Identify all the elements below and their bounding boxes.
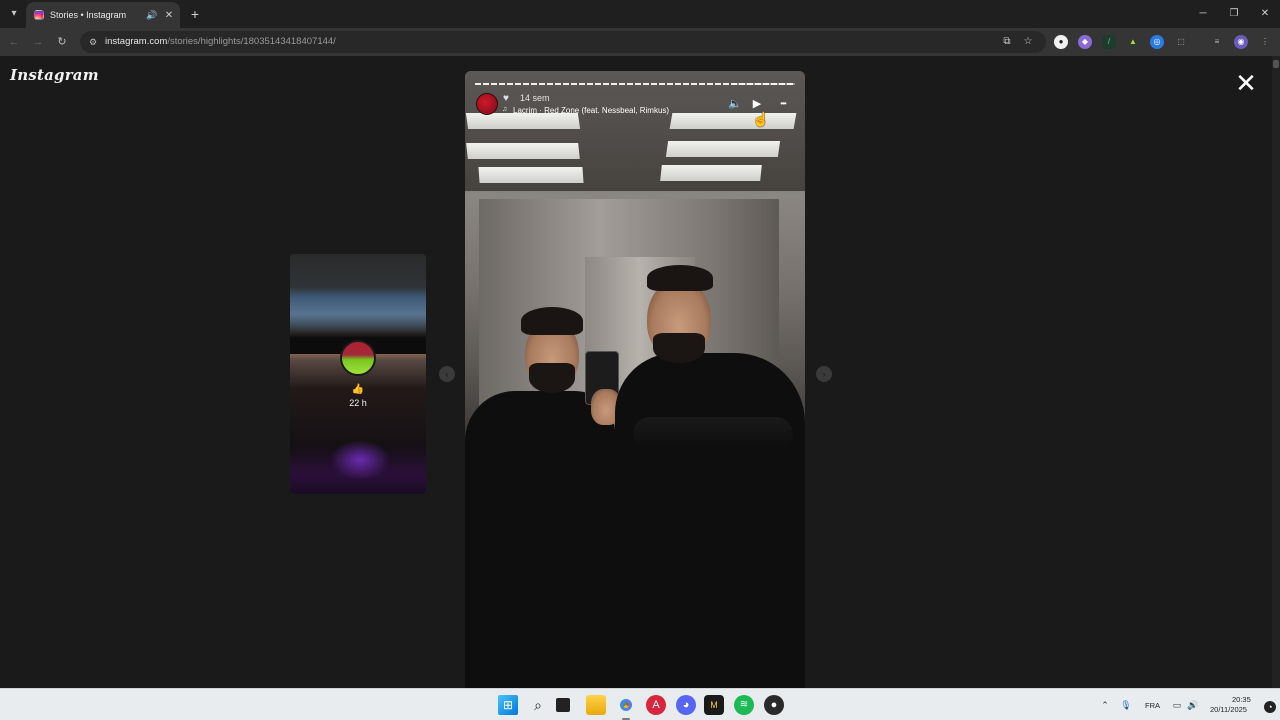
scrollbar-thumb[interactable] (1273, 60, 1279, 68)
minimize-button[interactable]: ─ (1188, 4, 1218, 24)
extension-icon-5[interactable]: ◎ (1150, 35, 1164, 49)
tab-strip: ▾ Stories • Instagram 🔊 ✕ + ─ ❐ ✕ (0, 0, 1280, 28)
browser-menu-icon[interactable]: ⋮ (1258, 35, 1272, 49)
mute-speaker-icon[interactable]: 🔈 (727, 97, 743, 111)
extension-icon-2[interactable]: ◆ (1078, 35, 1092, 49)
extensions-puzzle-icon[interactable]: ⬚ (1174, 35, 1188, 49)
microphone-icon[interactable]: 🎙 (1120, 699, 1132, 711)
previous-story-arrow-icon[interactable]: ‹ (439, 366, 455, 382)
profile-avatar[interactable]: ◉ (1234, 35, 1248, 49)
site-info-icon[interactable]: ⚙ (87, 36, 99, 48)
preview-story-avatar (340, 340, 376, 376)
story-music-track[interactable]: Lacrim · Red Zone (feat. Nessbeal, Rimku… (513, 106, 669, 115)
instagram-stories-page: Instagram ✕ 👍 22 h ‹ › ♥ 14 sem ♫ Lacrim… (0, 56, 1280, 688)
music-note-icon: ♫ (502, 106, 508, 113)
windows-taskbar: ⊞ ⌕ A ◕ M ≋ ● ⌃ 🎙 FRA ▭ 🔊 20:35 20/11/20… (0, 688, 1280, 720)
story-author-avatar[interactable] (476, 93, 498, 115)
person-left-hair (521, 307, 583, 335)
current-story[interactable]: ♥ 14 sem ♫ Lacrim · Red Zone (feat. Ness… (465, 71, 805, 688)
file-explorer-icon[interactable] (586, 695, 606, 715)
spotify-icon[interactable]: ≋ (734, 695, 754, 715)
person-right-hair (647, 265, 713, 291)
previous-story-preview[interactable]: 👍 22 h (290, 254, 426, 494)
purple-ambient-light (330, 440, 390, 480)
story-progress-remaining (733, 83, 795, 85)
tab-close-icon[interactable]: ✕ (164, 10, 174, 21)
language-indicator[interactable]: FRA (1145, 701, 1160, 710)
person-left-body (465, 391, 615, 688)
app-red-a-icon[interactable]: A (646, 695, 666, 715)
task-view-icon[interactable] (556, 698, 570, 712)
ceiling-light (660, 165, 762, 181)
story-time: 14 sem (520, 93, 550, 103)
instagram-logo[interactable]: Instagram (10, 66, 99, 84)
tray-chevron-up-icon[interactable]: ⌃ (1099, 699, 1111, 711)
person-left-beard (529, 363, 575, 393)
ceiling-light (665, 141, 781, 157)
capcut-icon[interactable]: M (704, 695, 724, 715)
page-scrollbar[interactable] (1272, 56, 1280, 688)
close-window-button[interactable]: ✕ (1250, 4, 1280, 24)
notification-bell-icon[interactable]: ◔ (1264, 701, 1276, 713)
close-stories-icon[interactable]: ✕ (1234, 70, 1258, 96)
play-icon[interactable]: ▶ (749, 97, 765, 111)
url-host: instagram.com (105, 36, 168, 47)
tab-stories-instagram[interactable]: Stories • Instagram 🔊 ✕ (26, 2, 180, 28)
new-tab-button[interactable]: + (186, 5, 204, 23)
reload-icon[interactable]: ↻ (54, 34, 70, 50)
maximize-button[interactable]: ❐ (1219, 4, 1249, 24)
volume-icon[interactable]: 🔊 (1187, 699, 1199, 711)
network-icon[interactable]: ▭ (1171, 699, 1183, 711)
clock-time[interactable]: 20:35 (1232, 695, 1251, 704)
chrome-icon[interactable] (616, 695, 636, 715)
ceiling-light (465, 113, 581, 129)
preview-thumbs-up-emoji: 👍 (351, 384, 365, 395)
extension-icon-4[interactable]: ▲ (1126, 35, 1140, 49)
instagram-favicon-icon (34, 10, 44, 20)
discord-icon[interactable]: ◕ (676, 695, 696, 715)
browser-toolbar: ← → ↻ ⚙ instagram.com/stories/highlights… (0, 28, 1280, 56)
app-dark-circle-icon[interactable]: ● (764, 695, 784, 715)
url-text[interactable]: instagram.com/stories/highlights/1803514… (105, 36, 336, 47)
preview-story-time: 22 h (349, 398, 367, 408)
search-icon[interactable]: ⌕ (528, 695, 548, 715)
tab-title: Stories • Instagram (50, 10, 127, 20)
tab-audio-speaker-icon[interactable]: 🔊 (146, 10, 158, 21)
bookmark-star-icon[interactable]: ☆ (1022, 36, 1034, 48)
person-right-body (615, 353, 805, 688)
ceiling-light (478, 167, 584, 183)
extension-icon-3[interactable]: / (1102, 35, 1116, 49)
hand-pointer-cursor-icon: ☝ (752, 111, 770, 127)
address-bar[interactable]: ⚙ instagram.com/stories/highlights/18035… (80, 31, 1046, 53)
tab-search-chevron-icon[interactable]: ▾ (6, 6, 22, 22)
back-arrow-icon[interactable]: ← (6, 34, 22, 50)
url-path: /stories/highlights/18035143418407144/ (167, 36, 336, 47)
cast-screen-icon[interactable]: ⧉ (1001, 36, 1013, 48)
next-story-arrow-icon[interactable]: › (816, 366, 832, 382)
extension-icon-1[interactable]: ● (1054, 35, 1068, 49)
forward-arrow-icon[interactable]: → (30, 34, 46, 50)
ceiling-light (669, 113, 797, 129)
reading-list-icon[interactable]: ≡ (1210, 35, 1224, 49)
person-right-beard (653, 333, 705, 363)
windows-start-icon[interactable]: ⊞ (498, 695, 518, 715)
clock-date[interactable]: 20/11/2025 (1210, 705, 1247, 714)
more-options-icon[interactable]: ••• (773, 97, 793, 111)
ceiling-light (466, 143, 580, 159)
heart-icon: ♥ (503, 93, 509, 104)
person-right-crossed-arms (633, 417, 793, 451)
